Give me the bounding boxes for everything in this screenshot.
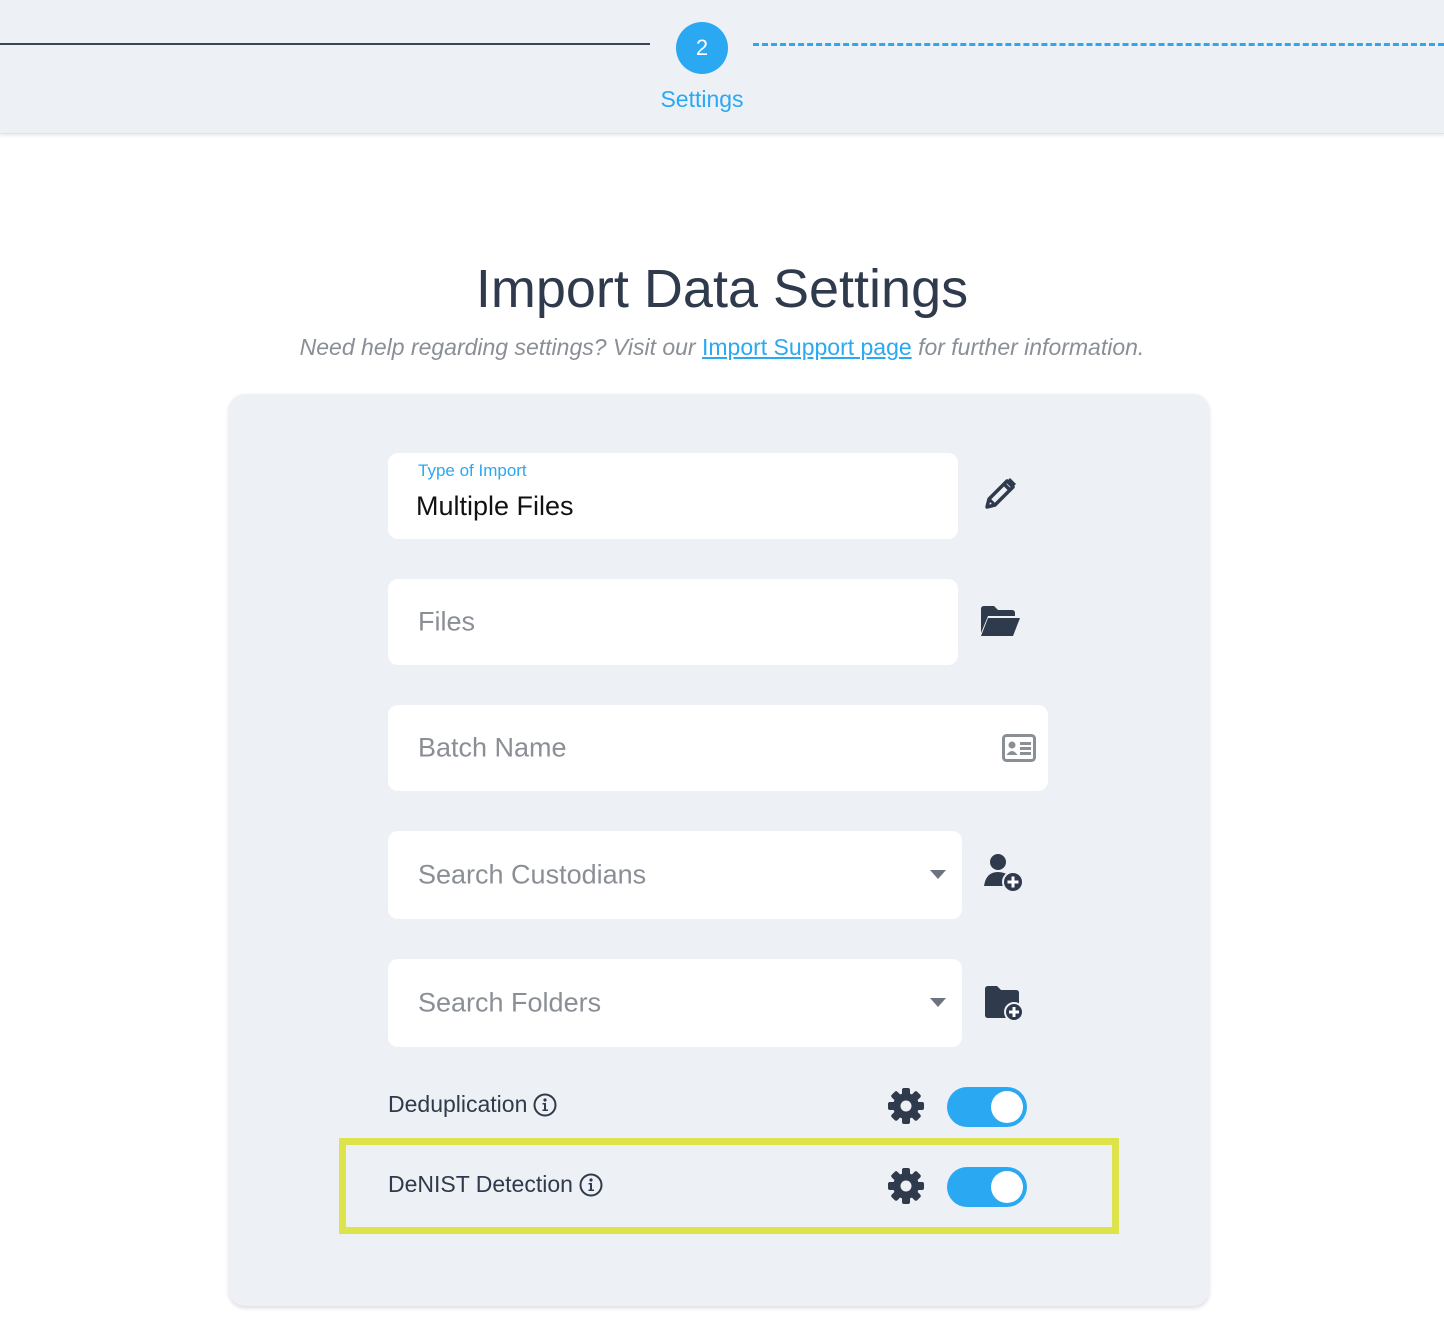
files-field[interactable]: Files [388,579,958,665]
gear-icon[interactable] [887,1087,925,1125]
id-card-icon [1002,734,1036,767]
highlight-box [339,1138,1119,1234]
help-text: Need help regarding settings? Visit our … [0,334,1444,361]
deduplication-row: Deduplication [388,1091,557,1118]
import-support-link[interactable]: Import Support page [702,334,912,360]
type-of-import-value: Multiple Files [416,491,574,521]
type-of-import-label: Type of Import [418,461,527,480]
custodians-select[interactable]: Search Custodians [388,831,962,919]
custodians-placeholder: Search Custodians [418,859,647,890]
step-line-pending [753,43,1444,46]
folders-placeholder: Search Folders [418,987,602,1018]
info-icon[interactable] [533,1093,557,1117]
step-line-completed [0,43,650,45]
batch-name-placeholder: Batch Name [418,732,567,763]
step-2-indicator[interactable]: 2 [676,22,728,74]
stepper: 2 Settings [0,0,1444,134]
pencil-icon[interactable] [979,471,1023,515]
folder-plus-icon[interactable] [982,981,1026,1025]
toggle-knob [991,1091,1023,1123]
folder-open-icon[interactable] [978,599,1022,643]
files-placeholder: Files [418,606,476,637]
step-label-settings[interactable]: Settings [602,86,802,113]
type-of-import-field[interactable]: Type of Import Multiple Files [388,453,958,539]
folders-select[interactable]: Search Folders [388,959,962,1047]
user-plus-icon[interactable] [982,851,1026,895]
deduplication-toggle[interactable] [947,1087,1027,1127]
chevron-down-icon[interactable] [930,998,946,1007]
help-suffix: for further information. [918,334,1145,360]
deduplication-label: Deduplication [388,1091,528,1117]
batch-name-field[interactable]: Batch Name [388,705,1048,791]
chevron-down-icon[interactable] [930,870,946,879]
page-title: Import Data Settings [475,259,969,319]
help-prefix: Need help regarding settings? Visit our [299,334,696,360]
